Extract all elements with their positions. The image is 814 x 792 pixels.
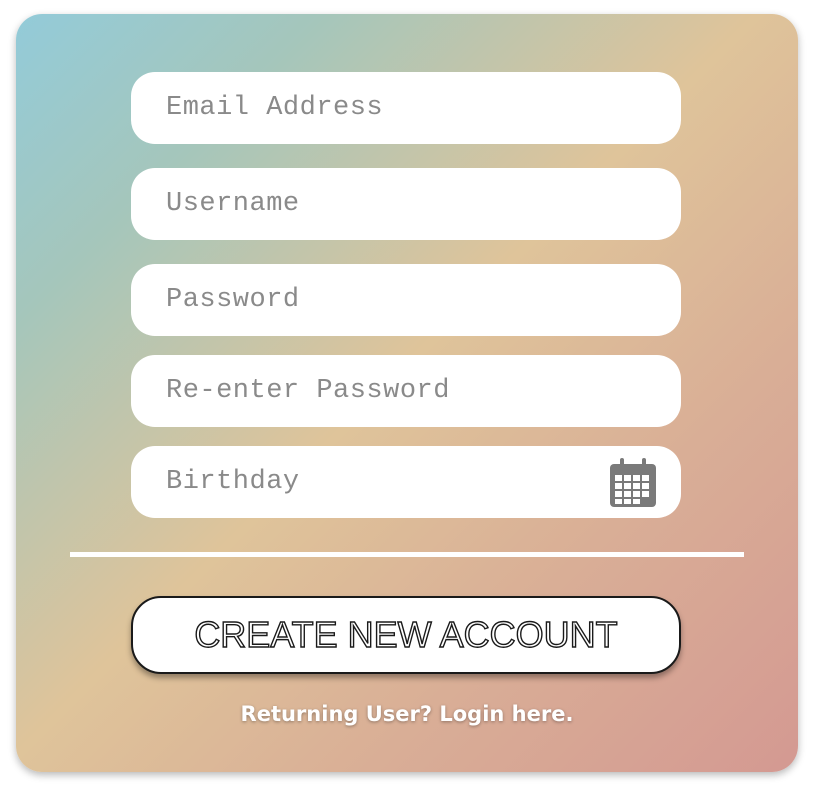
create-account-button[interactable]: CREATE NEW ACCOUNT [131, 596, 681, 674]
signup-card: CREATE NEW ACCOUNT Returning User? Login… [16, 14, 798, 772]
returning-user-login-link[interactable]: Returning User? Login here. [16, 702, 798, 726]
birthday-input[interactable] [131, 446, 681, 518]
username-field-container [131, 168, 681, 240]
calendar-icon[interactable] [609, 458, 657, 508]
reenter-password-field-container [131, 355, 681, 427]
birthday-field-container [131, 446, 681, 518]
email-input[interactable] [131, 72, 681, 144]
password-field-container [131, 264, 681, 336]
reenter-password-input[interactable] [131, 355, 681, 427]
email-field-container [131, 72, 681, 144]
username-input[interactable] [131, 168, 681, 240]
password-input[interactable] [131, 264, 681, 336]
form-divider [70, 552, 744, 557]
